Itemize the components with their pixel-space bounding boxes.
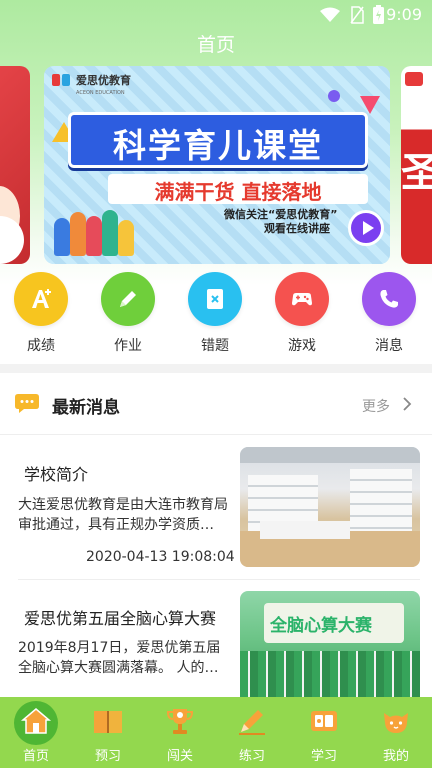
wifi-icon (320, 7, 340, 22)
news-item-desc: 2019年8月17日，爱思优第五届全脑心算大赛圆满落幕。 人的… (18, 640, 221, 676)
news-item-title: 学校简介 (24, 465, 89, 484)
tab-preview[interactable]: 预习 (72, 697, 144, 768)
santa-beard (0, 216, 24, 264)
tab-label: 闯关 (166, 749, 193, 764)
brand-english: ACEON EDUCATION (76, 90, 125, 96)
news-item-desc: 大连爱思优教育是由大连市教育局审批通过，具有正规办学资质… (18, 497, 228, 533)
study-icon (311, 711, 337, 731)
banner-subheadline-box: 满满干货 直接落地 (108, 174, 368, 204)
brand-name: 爱思优教育 (76, 74, 131, 87)
news-item[interactable]: 学校简介 大连爱思优教育是由大连市教育局审批通过，具有正规办学资质… 2020-… (0, 435, 432, 579)
page-title: 首页 (196, 34, 235, 56)
tab-label: 学习 (310, 749, 337, 764)
news-section-title: 最新消息 (52, 398, 120, 418)
quick-menu: 成绩 作业 错题 游戏 消息 (0, 270, 432, 358)
book-icon (94, 711, 122, 733)
bottom-tab-bar: 首页 预习 闯关 练习 学习 我的 (0, 697, 432, 768)
quick-menu-messages[interactable]: 消息 (349, 270, 429, 355)
banner-main-slide[interactable]: 爱思优教育 ACEON EDUCATION 科学育儿课堂 满满干货 直接落地 微… (44, 66, 390, 264)
quick-menu-games[interactable]: 游戏 (262, 270, 342, 355)
play-button[interactable] (348, 210, 384, 246)
quick-menu-label: 游戏 (288, 338, 316, 354)
chevron-right-icon[interactable] (400, 396, 414, 412)
home-icon (20, 708, 52, 734)
quick-menu-mistakes[interactable]: 错题 (175, 270, 255, 355)
grade-icon (14, 272, 68, 326)
quick-menu-label: 消息 (375, 338, 403, 354)
wechat-line2: 观看在线讲座 (264, 222, 330, 235)
tab-practice[interactable]: 练习 (216, 697, 288, 768)
wrong-question-icon (188, 272, 242, 326)
quick-menu-label: 成绩 (27, 338, 55, 354)
tab-profile[interactable]: 我的 (360, 697, 432, 768)
banner-prev-slide[interactable] (0, 66, 30, 264)
news-image-caption: 全脑心算大赛 (270, 616, 372, 636)
quick-menu-label: 错题 (201, 338, 229, 354)
practice-pencil-icon (239, 710, 265, 735)
news-item-image: 全脑心算大赛 (240, 591, 420, 711)
news-header: 最新消息 更多 (0, 380, 432, 430)
status-bar: 9:09 (0, 0, 432, 30)
tab-label: 练习 (238, 749, 265, 764)
brand-logo-icon (52, 74, 70, 86)
tab-home[interactable]: 首页 (0, 697, 72, 768)
quick-menu-homework[interactable]: 作业 (88, 270, 168, 355)
battery-icon (373, 5, 384, 24)
gamepad-icon (275, 272, 329, 326)
chat-bubble-icon (15, 394, 39, 413)
banner-subheadline: 满满干货 直接落地 (154, 180, 322, 204)
quick-menu-grades[interactable]: 成绩 (1, 270, 81, 355)
news-item-title: 爱思优第五届全脑心算大赛 (24, 609, 217, 628)
tab-challenge[interactable]: 闯关 (144, 697, 216, 768)
phone-icon (362, 272, 416, 326)
tab-label: 预习 (94, 749, 121, 764)
news-item-image (240, 447, 420, 567)
trophy-icon (166, 709, 194, 734)
cat-profile-icon (384, 713, 408, 733)
status-time: 9:09 (386, 5, 422, 24)
kids-illustration (50, 206, 150, 256)
no-sim-icon (350, 6, 364, 24)
banner-brand: 爱思优教育 (52, 72, 131, 88)
banner-next-decor: 圣 (401, 150, 432, 196)
news-more-link[interactable]: 更多 (362, 396, 390, 416)
tab-study[interactable]: 学习 (288, 697, 360, 768)
section-divider (0, 364, 432, 373)
tab-label: 我的 (382, 749, 409, 764)
news-item[interactable]: 爱思优第五届全脑心算大赛 2019年8月17日，爱思优第五届全脑心算大赛圆满落幕… (0, 580, 432, 711)
pencil-icon (101, 272, 155, 326)
brand-logo-icon (405, 72, 423, 86)
news-item-date: 2020-04-13 19:08:04 (86, 549, 235, 565)
banner-headline: 科学育儿课堂 (113, 126, 323, 165)
banner-next-slide[interactable]: 圣 (401, 66, 432, 264)
quick-menu-label: 作业 (114, 338, 142, 354)
banner-headline-box: 科学育儿课堂 (68, 112, 368, 168)
decor-dot (328, 90, 340, 102)
tab-label: 首页 (22, 749, 49, 764)
home-screen: 9:09 首页 爱思优教育 ACEON EDUCATION 科学育儿课堂 满满干… (0, 0, 432, 768)
